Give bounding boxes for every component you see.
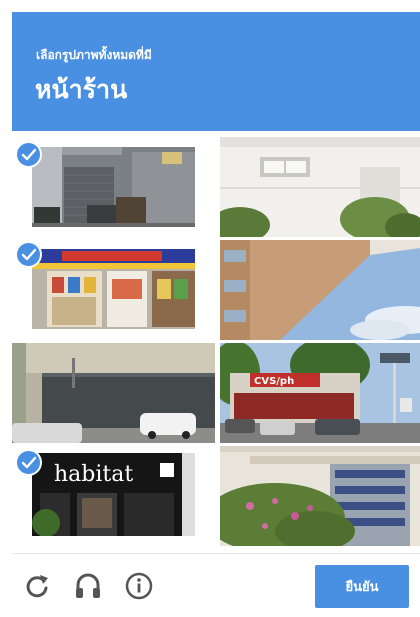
tile-4-image bbox=[220, 240, 420, 340]
svg-text:CVS/ph: CVS/ph bbox=[254, 376, 294, 387]
headphones-icon bbox=[76, 573, 100, 598]
image-tile-2[interactable] bbox=[220, 137, 420, 237]
challenge-header: เลือกรูปภาพทั้งหมดที่มี หน้าร้าน bbox=[12, 12, 420, 131]
tile-7-image: habitat bbox=[32, 453, 195, 536]
selected-check-tile-1[interactable] bbox=[15, 141, 42, 168]
selected-check-tile-7[interactable] bbox=[15, 449, 42, 476]
habitat-sign: habitat bbox=[54, 462, 133, 487]
target-object-text: หน้าร้าน bbox=[35, 75, 128, 104]
checkmark-icon bbox=[21, 148, 37, 161]
image-tile-5[interactable] bbox=[12, 343, 215, 443]
help-button[interactable] bbox=[123, 570, 155, 602]
footer-divider bbox=[12, 553, 420, 554]
tile-3-image bbox=[32, 249, 195, 329]
image-tile-7[interactable]: habitat bbox=[32, 453, 195, 536]
selected-check-tile-3[interactable] bbox=[15, 241, 42, 268]
info-icon bbox=[125, 572, 153, 600]
checkmark-icon bbox=[21, 456, 37, 469]
verify-button[interactable]: ยืนยัน bbox=[315, 565, 409, 608]
image-tile-3[interactable] bbox=[32, 249, 195, 329]
tile-1-image bbox=[32, 147, 195, 227]
image-tile-4[interactable] bbox=[220, 240, 420, 340]
image-tile-1[interactable] bbox=[32, 147, 195, 227]
image-tile-8[interactable] bbox=[220, 446, 420, 546]
reload-button[interactable] bbox=[21, 570, 53, 602]
instruction-text: เลือกรูปภาพทั้งหมดที่มี bbox=[36, 48, 152, 62]
image-tile-6[interactable]: CVS/ph bbox=[220, 343, 420, 443]
checkmark-icon bbox=[21, 248, 37, 261]
tile-6-image: CVS/ph bbox=[220, 343, 420, 443]
audio-challenge-button[interactable] bbox=[72, 570, 104, 602]
tile-8-image bbox=[220, 446, 420, 546]
tile-5-image bbox=[12, 343, 215, 443]
reload-icon bbox=[26, 575, 48, 598]
tile-2-image bbox=[220, 137, 420, 237]
captcha-challenge: เลือกรูปภาพทั้งหมดที่มี หน้าร้าน CVS/ph … bbox=[0, 0, 420, 617]
